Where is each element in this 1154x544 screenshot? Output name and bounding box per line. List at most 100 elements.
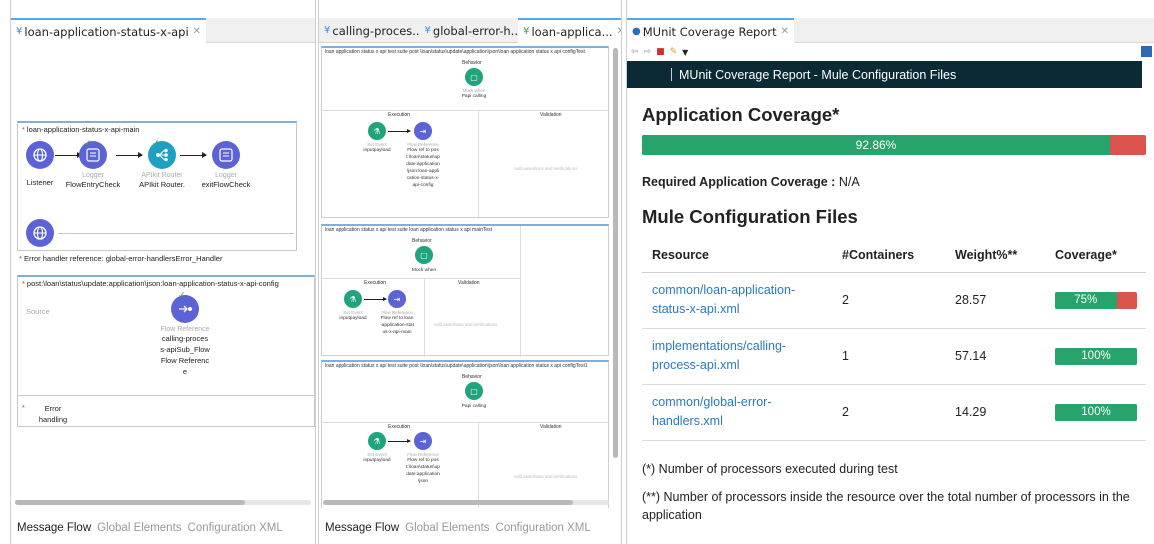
suite-title: loan application status x api test suite…	[325, 363, 588, 369]
config-flow-box[interactable]: * post:\loan\status\update:application\js…	[17, 275, 315, 427]
munit-file-icon: ¥	[523, 26, 530, 37]
flow-ref-node[interactable]: ⇥ Flow Reference Flow ref to post:\loan\…	[398, 432, 448, 485]
resource-link[interactable]: common/global-error-handlers.xml	[642, 384, 832, 441]
node-label: inputpayload	[363, 458, 391, 463]
tab-loan-application-test[interactable]: ¥ loan-applica... ✕	[518, 18, 622, 43]
left-editor-pane: ¥ loan-application-status-x-api ✕ * loan-…	[10, 0, 316, 544]
tab-message-flow[interactable]: Message Flow	[325, 522, 399, 534]
tab-global-elements[interactable]: Global Elements	[405, 522, 489, 534]
header-separator	[671, 68, 672, 81]
config-files-heading: Mule Configuration Files	[642, 206, 858, 227]
coverage-cell: 100%	[1045, 328, 1146, 385]
mock-node[interactable]: ▢ Mock when Papi calling	[449, 68, 499, 100]
browser-globe-icon: ●	[632, 26, 641, 37]
check-badge-icon: ✓	[84, 139, 92, 149]
test-suite-canvas[interactable]: loan application status x api test suite…	[319, 44, 621, 508]
tab-global-error[interactable]: ¥ global-error-h...	[420, 18, 519, 43]
left-editor-bottom-tabs: Message Flow Global Elements Configurati…	[11, 518, 315, 538]
test-suite-card[interactable]: loan application status x api test suite…	[321, 224, 609, 357]
mid-editor-pane: ¥ calling-proces... ¥ global-error-h... …	[318, 0, 622, 544]
add-assertions-placeholder[interactable]: Add assertions and verifications	[514, 474, 578, 479]
flow-ref-node[interactable]: ⇥ Flow Reference Flow ref to loan-applic…	[372, 290, 422, 336]
stop-icon[interactable]: ■	[656, 47, 665, 57]
set-event-node[interactable]: ⚗ Set Event inputpayload	[352, 122, 402, 154]
forward-arrow-icon[interactable]: ⇨	[644, 47, 652, 57]
resource-link[interactable]: implementations/calling-process-api.xml	[642, 328, 832, 385]
add-assertions-placeholder[interactable]: Add assertions and verifications	[434, 322, 498, 327]
report-header: MUnit Coverage Report - Mule Configurati…	[627, 61, 1142, 88]
flow-ref-node[interactable]: ⇥ Flow Reference Flow ref to post:\loan\…	[398, 122, 448, 189]
close-icon[interactable]: ✕	[193, 26, 201, 37]
logger-node-entry[interactable]: Logger FlowEntryCheck	[63, 141, 123, 190]
table-header-row: Resource #Containers Weight%** Coverage*	[642, 238, 1146, 273]
weight-cell: 14.29	[945, 384, 1045, 441]
tab-munit-coverage-report[interactable]: ● MUnit Coverage Report ✕	[627, 18, 794, 43]
set-event-node[interactable]: ⚗ Set Event inputpayload	[352, 432, 402, 464]
config-files-table: Resource #Containers Weight%** Coverage*…	[642, 238, 1146, 441]
mock-node[interactable]: ▢ Papi calling	[449, 382, 499, 410]
node-label: inputpayload	[363, 148, 391, 153]
coverage-report-pane: ● MUnit Coverage Report ✕ ⇦ ⇨ ■ ✎ ▼ MUni…	[626, 0, 1154, 544]
mock-node[interactable]: ▢ Mock when	[399, 246, 449, 274]
flow-reference-node[interactable]: Flow Reference calling-process-apiSub_Fl…	[145, 295, 225, 377]
back-arrow-icon[interactable]: ⇦	[631, 47, 639, 57]
chevron-down-icon[interactable]: ▼	[682, 48, 688, 57]
node-label: Listener	[26, 178, 54, 187]
close-icon[interactable]: ✕	[617, 26, 621, 37]
test-suite-card[interactable]: loan application status x api test suite…	[321, 360, 609, 508]
divider	[520, 226, 521, 357]
coverage-fill: 100%	[1055, 403, 1137, 421]
logger-node-exit[interactable]: Logger exitFlowCheck	[196, 141, 256, 190]
validation-heading: Validation	[540, 424, 562, 430]
flow-reference-icon: ⇥	[414, 432, 432, 450]
test-suite-card[interactable]: loan application status x api test suite…	[321, 46, 609, 219]
config-flow-title: * post:\loan\status\update:application\js…	[22, 279, 279, 288]
mule-file-icon: ¥	[324, 25, 331, 36]
tab-configuration-xml[interactable]: Configuration XML	[188, 522, 283, 534]
set-event-icon: ⚗	[368, 122, 386, 140]
tab-message-flow[interactable]: Message Flow	[17, 522, 91, 534]
check-badge-icon: ✓	[152, 139, 160, 149]
table-row: implementations/calling-process-api.xml …	[642, 328, 1146, 385]
main-flow-box[interactable]: * loan-application-status-x-api-main List…	[17, 121, 297, 251]
maximize-icon[interactable]	[1141, 46, 1152, 57]
flow-reference-icon: ⇥	[414, 122, 432, 140]
behavior-heading: Behavior	[412, 238, 432, 244]
coverage-percent: 100%	[1081, 350, 1111, 362]
set-event-node[interactable]: ⚗ Set Event inputpayload	[328, 290, 378, 322]
node-label: inputpayload	[339, 316, 367, 321]
mock-icon: ▢	[465, 68, 483, 86]
error-handling-section[interactable]: *	[22, 403, 25, 412]
application-coverage-heading: Application Coverage*	[642, 104, 840, 125]
apikit-router-node[interactable]: APIkit Router APIkit Router.	[132, 141, 192, 190]
listener-node[interactable]: Listener	[11, 141, 70, 188]
mule-file-icon: ¥	[16, 26, 23, 37]
divider	[322, 422, 608, 423]
browser-toolbar: ⇦ ⇨ ■ ✎ ▼	[627, 44, 1154, 60]
flow-canvas[interactable]: * loan-application-status-x-api-main List…	[11, 44, 315, 508]
node-label: exitFlowCheck	[201, 180, 251, 189]
set-event-icon: ⚗	[368, 432, 386, 450]
node-label: calling-process-apiSub_FlowFlow Referenc…	[160, 334, 210, 376]
node-label: Papi calling	[461, 94, 487, 99]
close-icon[interactable]: ✕	[781, 26, 789, 37]
brush-icon[interactable]: ✎	[670, 47, 678, 57]
vertical-scrollbar[interactable]	[613, 48, 618, 458]
node-label: Mock when	[411, 268, 437, 273]
horizontal-scrollbar[interactable]	[323, 500, 609, 505]
node-type: Logger	[215, 172, 237, 179]
report-body: Application Coverage* 92.86% Required Ap…	[627, 88, 1154, 544]
logger-icon	[212, 141, 240, 169]
coverage-fill: 100%	[1055, 347, 1137, 365]
add-assertions-placeholder[interactable]: Add assertions and verifications	[514, 166, 578, 171]
tab-configuration-xml[interactable]: Configuration XML	[496, 522, 591, 534]
behavior-heading: Behavior	[462, 60, 482, 66]
node-type: APIkit Router	[141, 172, 183, 179]
horizontal-scrollbar[interactable]	[15, 500, 311, 505]
tab-loan-application-status-x-api[interactable]: ¥ loan-application-status-x-api ✕	[11, 18, 207, 43]
tab-calling-process[interactable]: ¥ calling-proces...	[319, 18, 420, 43]
tab-label: loan-applica...	[531, 24, 613, 39]
resource-link[interactable]: common/loan-application-status-x-api.xml	[642, 272, 832, 329]
tab-global-elements[interactable]: Global Elements	[97, 522, 181, 534]
coverage-fill: 75%	[1055, 291, 1117, 309]
